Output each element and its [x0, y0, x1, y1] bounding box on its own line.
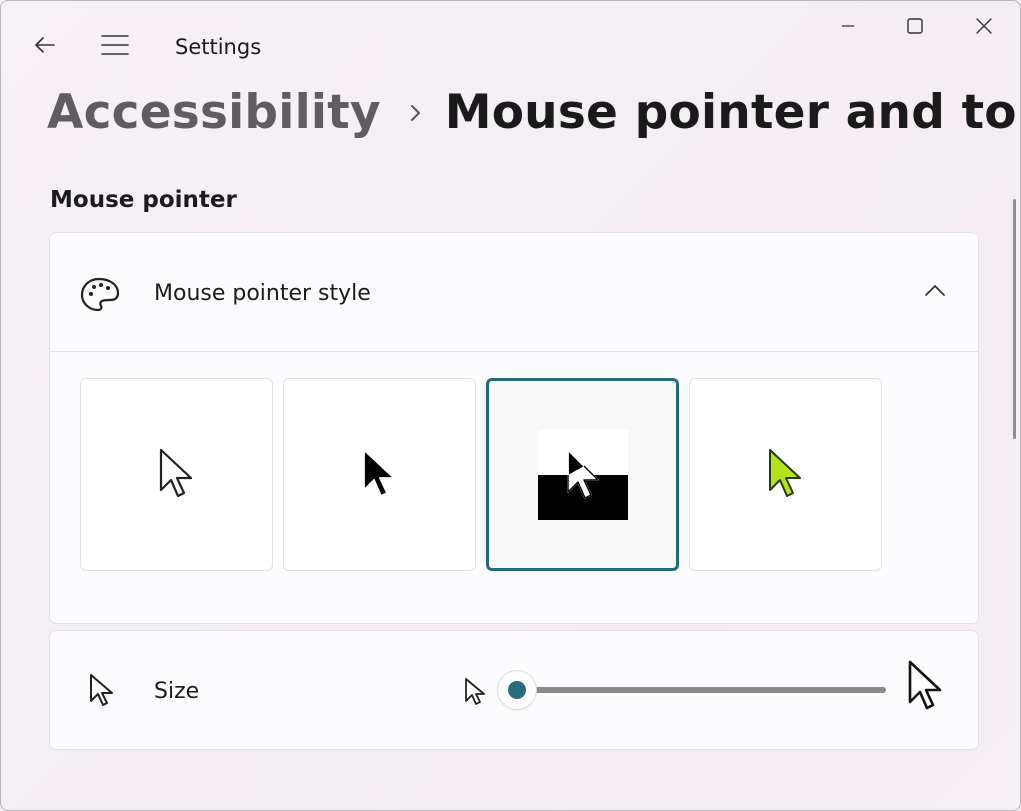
pointer-size-label: Size — [154, 679, 200, 704]
custom-color-cursor-icon — [768, 448, 801, 497]
pointer-style-custom-option[interactable] — [689, 378, 882, 571]
settings-window: Settings Accessibility Mouse pointer and… — [0, 0, 1021, 811]
size-slider-track[interactable] — [517, 687, 886, 693]
chevron-up-icon[interactable] — [924, 283, 946, 303]
size-slider-thumb[interactable] — [498, 671, 536, 709]
chevron-right-icon — [409, 103, 423, 123]
hamburger-menu-icon[interactable] — [99, 29, 131, 61]
section-title: Mouse pointer — [50, 187, 237, 213]
scrollbar[interactable] — [1013, 199, 1016, 439]
small-cursor-icon — [463, 677, 485, 713]
pointer-style-header[interactable]: Mouse pointer style — [50, 233, 978, 352]
minimize-icon[interactable] — [823, 11, 873, 41]
inverted-cursor-icon — [537, 429, 628, 520]
back-arrow-icon[interactable] — [29, 29, 61, 61]
close-icon[interactable] — [959, 11, 1009, 41]
pointer-style-label: Mouse pointer style — [154, 281, 371, 306]
maximize-icon[interactable] — [890, 11, 940, 41]
white-cursor-icon — [159, 448, 192, 497]
title-bar: Settings — [1, 1, 1020, 91]
black-cursor-icon — [362, 448, 395, 497]
palette-icon — [80, 277, 120, 317]
large-cursor-icon — [906, 659, 946, 719]
pointer-style-inverted-option[interactable] — [486, 378, 679, 571]
breadcrumb-parent[interactable]: Accessibility — [47, 85, 381, 140]
app-title: Settings — [175, 35, 262, 59]
page-title: Mouse pointer and touch — [444, 85, 1020, 140]
breadcrumb: Accessibility Mouse pointer and touch — [47, 85, 1020, 140]
pointer-style-white-option[interactable] — [80, 378, 273, 571]
cursor-icon — [88, 673, 114, 713]
pointer-style-black-option[interactable] — [283, 378, 476, 571]
